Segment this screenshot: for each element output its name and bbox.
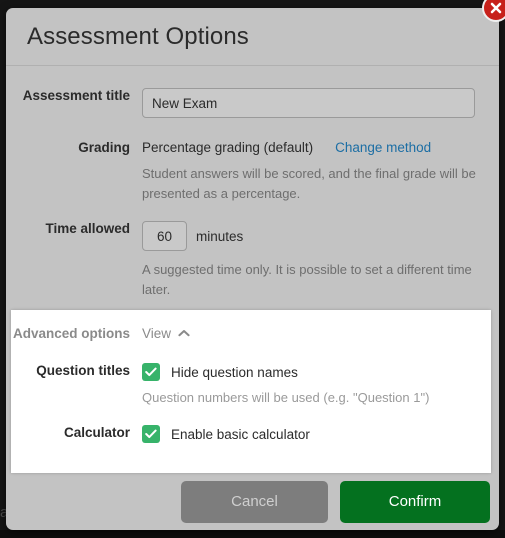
enable-calculator-checkbox-row[interactable]: Enable basic calculator: [142, 425, 491, 443]
advanced-options-view-label: View: [142, 325, 172, 341]
advanced-options-label: Advanced options: [12, 325, 130, 341]
enable-calculator-checkbox[interactable]: [142, 425, 160, 443]
calculator-label: Calculator: [63, 425, 130, 440]
assessment-options-dialog: Assessment Options Assessment title Grad…: [6, 8, 499, 530]
time-allowed-input-line: minutes: [142, 221, 499, 252]
time-allowed-hint: A suggested time only. It is possible to…: [142, 262, 472, 298]
chevron-up-icon: [178, 324, 190, 342]
time-allowed-field: minutes A suggested time only. It is pos…: [142, 221, 499, 300]
cancel-button[interactable]: Cancel: [181, 480, 328, 523]
advanced-options-view-toggle[interactable]: View: [142, 324, 190, 342]
hide-question-names-checkbox-row[interactable]: Hide question names: [142, 363, 491, 381]
hide-question-names-label: Hide question names: [171, 364, 298, 380]
assessment-title-row: Assessment title: [6, 88, 499, 118]
grading-value: Percentage grading (default): [142, 140, 314, 155]
advanced-options-header: Advanced options View: [11, 310, 491, 342]
calculator-row: Calculator Enable basic calculator: [11, 425, 491, 443]
calculator-field: Enable basic calculator: [142, 425, 491, 443]
enable-calculator-label: Enable basic calculator: [171, 426, 310, 442]
check-icon: [145, 367, 157, 377]
assessment-title-input[interactable]: [142, 88, 475, 118]
dialog-footer: Cancel Confirm: [6, 473, 499, 530]
question-titles-label: Question titles: [36, 363, 130, 378]
grading-hint: Student answers will be scored, and the …: [142, 166, 476, 202]
time-unit-label: minutes: [196, 228, 244, 244]
change-method-link[interactable]: Change method: [335, 140, 431, 155]
assessment-title-label: Assessment title: [22, 88, 130, 103]
hide-question-names-checkbox[interactable]: [142, 363, 160, 381]
grading-row: Grading Percentage grading (default) Cha…: [6, 140, 499, 204]
assessment-title-field: [142, 88, 499, 118]
time-allowed-input[interactable]: [142, 221, 187, 252]
grading-value-line: Percentage grading (default) Change meth…: [142, 140, 499, 155]
question-titles-row: Question titles Hide question names Ques…: [11, 363, 491, 405]
advanced-options-panel: Advanced options View Question titles Hi…: [11, 310, 491, 473]
question-titles-hint: Question numbers will be used (e.g. "Que…: [142, 390, 430, 405]
confirm-button[interactable]: Confirm: [340, 480, 490, 523]
close-x-icon: [490, 2, 502, 14]
dialog-header: Assessment Options: [6, 8, 499, 66]
backdrop-bottom-strip: [0, 530, 505, 538]
time-allowed-row: Time allowed minutes A suggested time on…: [6, 221, 499, 300]
check-icon: [145, 429, 157, 439]
question-titles-field: Hide question names Question numbers wil…: [142, 363, 491, 405]
grading-label: Grading: [78, 140, 130, 155]
time-allowed-label: Time allowed: [45, 221, 130, 237]
page-title: Assessment Options: [27, 22, 249, 50]
grading-field: Percentage grading (default) Change meth…: [142, 140, 499, 204]
